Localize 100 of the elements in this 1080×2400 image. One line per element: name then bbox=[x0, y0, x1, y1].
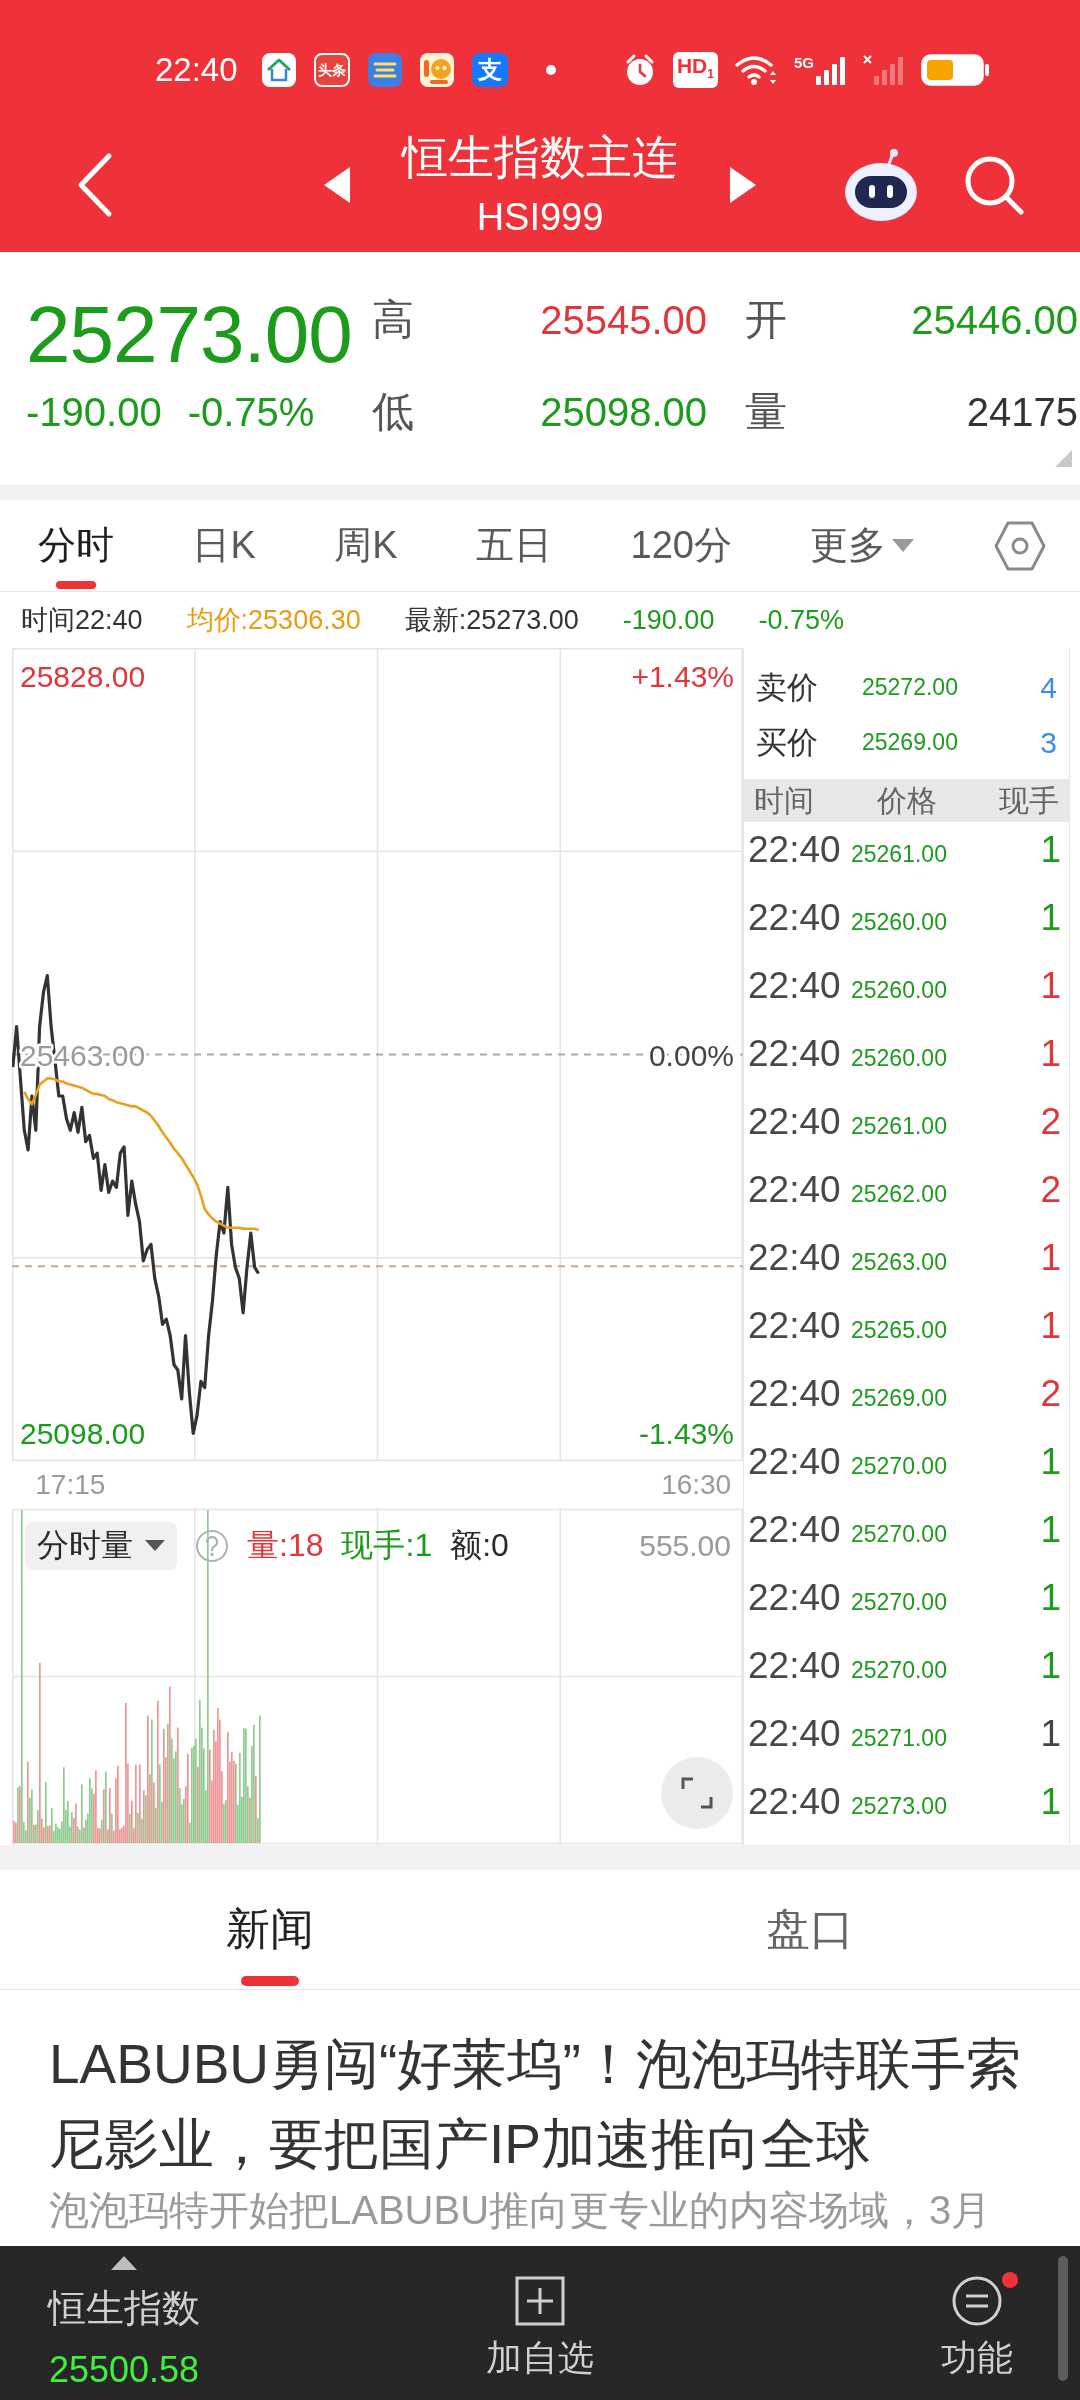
trade-volume: 1 bbox=[1039, 1576, 1061, 1620]
news-headline[interactable]: LABUBU勇闯“好莱坞”！泡泡玛特联手索尼影业，要把国产IP加速推向全球 bbox=[49, 2024, 1050, 2184]
stat-label: 高 bbox=[372, 295, 415, 345]
trade-volume: 1 bbox=[1039, 1032, 1061, 1076]
trade-time: 22:40 bbox=[748, 1712, 842, 1756]
next-button[interactable] bbox=[730, 167, 756, 203]
trade-time: 22:40 bbox=[748, 1508, 842, 1552]
indicator-dropdown[interactable]: 分时量 bbox=[25, 1522, 177, 1570]
help-icon[interactable] bbox=[195, 1529, 229, 1563]
trade-price: 25261.00 bbox=[851, 841, 947, 868]
hand-reading: 现手:1 bbox=[341, 1526, 433, 1565]
trade-price: 25260.00 bbox=[851, 977, 947, 1004]
mascot-app-icon bbox=[419, 53, 454, 87]
network-type-label: 5G bbox=[794, 55, 814, 71]
chart-tab[interactable]: 周K bbox=[334, 500, 398, 591]
trade-time: 22:40 bbox=[748, 1644, 842, 1688]
column-header: 现手 bbox=[999, 783, 1059, 819]
caret-down-icon bbox=[892, 538, 915, 553]
index-value: 25500.58 bbox=[48, 2348, 200, 2392]
chart-tab[interactable]: 五日 bbox=[476, 500, 553, 591]
notification-dot-icon bbox=[545, 65, 556, 75]
trade-price: 25269.00 bbox=[851, 1385, 947, 1412]
app-tile: 头条 bbox=[313, 53, 350, 87]
battery-icon bbox=[921, 54, 991, 86]
settings-icon[interactable] bbox=[992, 519, 1047, 572]
percent-change: -0.75% bbox=[187, 389, 315, 436]
news-tab[interactable]: 新闻 bbox=[0, 1870, 540, 1989]
quote-price: 25269.00 bbox=[862, 729, 959, 756]
info-reading: -0.75% bbox=[758, 604, 844, 636]
quote-label: 卖价 bbox=[756, 668, 819, 707]
app-tile: 支 bbox=[471, 53, 508, 87]
trade-volume: 1 bbox=[1039, 1236, 1061, 1280]
up-caret-icon bbox=[111, 2256, 137, 2270]
news-tab[interactable]: 盘口 bbox=[540, 1870, 1080, 1989]
wifi-icon bbox=[734, 53, 778, 87]
volume-max-label: 555.00 bbox=[639, 1529, 731, 1563]
plus-square-icon bbox=[515, 2276, 565, 2326]
stat-value: 25545.00 bbox=[539, 297, 707, 344]
caret-down-icon bbox=[145, 1540, 165, 1552]
trade-time: 22:40 bbox=[748, 1236, 842, 1280]
trade-time: 22:40 bbox=[748, 1304, 842, 1348]
search-button[interactable] bbox=[963, 154, 1025, 216]
expand-icon bbox=[681, 1777, 713, 1809]
quote-label: 买价 bbox=[756, 723, 819, 762]
stat-label: 量 bbox=[744, 387, 788, 437]
price-axis-label: 25098.00 bbox=[20, 1417, 146, 1451]
column-header: 价格 bbox=[876, 783, 937, 819]
info-reading: 最新:25273.00 bbox=[404, 604, 579, 637]
trade-volume: 1 bbox=[1039, 896, 1061, 940]
trade-price: 25270.00 bbox=[851, 1657, 947, 1684]
time-axis-label: 17:15 bbox=[35, 1469, 106, 1500]
news-summary: 泡泡玛特开始把LABUBU推向更专业的内容场域，3月 bbox=[49, 2187, 993, 2234]
percent-axis-label: 0.00% bbox=[648, 1038, 734, 1072]
chart-tab[interactable]: 分时 bbox=[38, 500, 114, 591]
trade-price: 25273.00 bbox=[851, 1793, 947, 1820]
right-triangle-icon bbox=[730, 167, 756, 203]
chart-tab[interactable]: 120分 bbox=[630, 500, 732, 591]
trade-price: 25271.00 bbox=[851, 1725, 947, 1752]
index-name: 恒生指数 bbox=[48, 2286, 200, 2331]
signal-bars-icon bbox=[815, 55, 847, 85]
info-reading: 时间22:40 bbox=[21, 604, 143, 637]
add-watchlist-button[interactable]: 加自选 bbox=[486, 2276, 594, 2380]
percent-axis-label: -1.43% bbox=[638, 1417, 734, 1451]
trade-volume: 1 bbox=[1039, 1644, 1061, 1688]
trade-volume: 1 bbox=[1039, 964, 1061, 1008]
status-time: 22:40 bbox=[155, 51, 238, 89]
chart-tab[interactable]: 日K bbox=[192, 500, 256, 591]
trade-price: 25261.00 bbox=[851, 1113, 947, 1140]
trade-time: 22:40 bbox=[748, 1440, 842, 1484]
instrument-title: 恒生指数主连 bbox=[402, 130, 678, 185]
house-app-icon bbox=[261, 53, 296, 87]
trade-price: 25265.00 bbox=[851, 1317, 947, 1344]
function-button[interactable]: 功能 bbox=[936, 2276, 1018, 2380]
trade-volume: 1 bbox=[1039, 828, 1061, 872]
trade-volume: 1 bbox=[1039, 1440, 1061, 1484]
stat-value: 25446.00 bbox=[910, 297, 1078, 344]
quote-count: 4 bbox=[1040, 670, 1057, 705]
trade-price: 25270.00 bbox=[851, 1589, 947, 1616]
stat-label: 低 bbox=[372, 387, 415, 437]
hd-voice-indicator: HD$_{1}$ bbox=[672, 51, 718, 89]
column-header: 时间 bbox=[754, 783, 814, 819]
time-axis-label: 16:30 bbox=[661, 1469, 732, 1500]
no-signal-icon bbox=[863, 55, 905, 85]
trade-price: 25270.00 bbox=[851, 1453, 947, 1480]
trade-time: 22:40 bbox=[748, 964, 842, 1008]
trade-time: 22:40 bbox=[748, 828, 842, 872]
corner-triangle-icon bbox=[1055, 450, 1072, 467]
trade-price: 25260.00 bbox=[851, 1045, 947, 1072]
volume-reading: 量:18 bbox=[247, 1526, 324, 1565]
chart-tab[interactable]: 更多 bbox=[810, 500, 915, 591]
app-icon bbox=[367, 53, 402, 87]
amount-reading: 额:0 bbox=[450, 1526, 509, 1565]
last-price: 25273.00 bbox=[26, 290, 353, 380]
trade-price: 25263.00 bbox=[851, 1249, 947, 1276]
trade-volume: 1 bbox=[1039, 1304, 1061, 1348]
trade-volume: 1 bbox=[1039, 1780, 1061, 1824]
previous-button[interactable] bbox=[324, 167, 350, 203]
price-change: -190.00 bbox=[26, 389, 162, 436]
trade-time: 22:40 bbox=[748, 1780, 842, 1824]
quote-count: 3 bbox=[1040, 725, 1057, 760]
